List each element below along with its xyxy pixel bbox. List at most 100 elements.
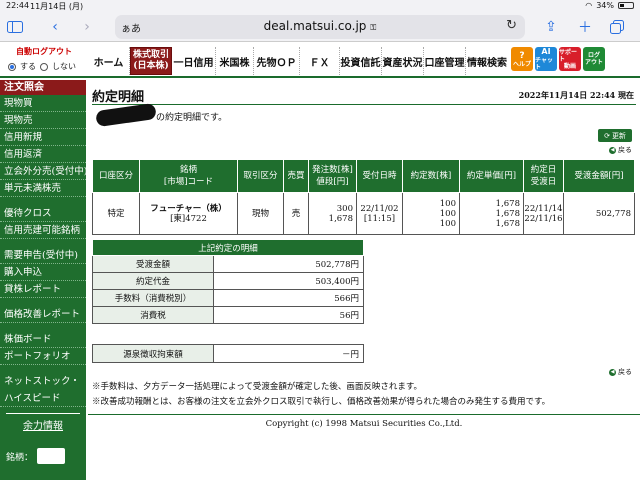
stock-name[interactable]: フューチャー（株） — [150, 204, 226, 214]
cell-amount: 502,778 — [563, 192, 635, 235]
help-button[interactable]: ? ヘルプ — [511, 47, 533, 71]
support-video-button[interactable]: サポート 動画 — [559, 47, 581, 71]
col-header-order-qty: 発注数[株] 値段[円] — [308, 159, 357, 193]
lock-icon: ⚿ — [370, 23, 377, 32]
nav-day-margin[interactable]: 一日信用 — [172, 47, 216, 75]
nav-account-management[interactable]: 口座管理 — [424, 47, 466, 75]
table-row: 消費税 56円 — [92, 306, 364, 324]
cell-exec-price: 1,678 1,678 1,678 — [459, 192, 524, 235]
auto-logout-on-radio[interactable] — [8, 62, 16, 71]
cell-symbol: フューチャー（株） [東]4722 — [139, 192, 238, 235]
logout-label2: アウト — [584, 59, 603, 66]
cell-account: 特定 — [92, 192, 140, 235]
sidebar-item-cash-sell[interactable]: 現物売 — [0, 112, 86, 129]
sidebar-item-odd-lot-sell[interactable]: 単元未満株売 — [0, 180, 86, 197]
back-link-label: 戻る — [618, 368, 632, 376]
sidebar-symbol-label: 銘柄： — [6, 452, 34, 463]
nav-stock-trading[interactable]: 株式取引 (日本株) — [130, 47, 172, 75]
col-header-amount: 受渡金額[円] — [563, 159, 635, 193]
support-video-label1: サポート — [559, 48, 578, 63]
withholding-label: 源泉徴収拘束額 — [92, 344, 214, 363]
nav-fx[interactable]: ＦＸ — [300, 47, 340, 75]
reload-icon[interactable]: ↻ — [506, 18, 517, 33]
withholding-value: －円 — [213, 344, 364, 363]
cell-received: 22/11/02 [11:15] — [356, 192, 403, 235]
page-title: 約定明細 — [92, 90, 145, 105]
ai-chat-label: チャット — [535, 57, 553, 71]
sidebar-item-portfolio[interactable]: ポートフォリオ — [0, 348, 86, 365]
back-arrow-icon: ◀ — [609, 146, 616, 154]
sidebar-item-stock-lending-report[interactable]: 貸株レポート — [0, 281, 86, 298]
battery-percent: 34% — [596, 1, 614, 10]
withholding-table: 源泉徴収拘束額 －円 — [92, 344, 364, 363]
summary-table: 上記約定の明細 受渡金額 502,778円 約定代金 503,400円 手数料（消費… — [92, 239, 364, 324]
col-header-side: 売買 — [283, 159, 309, 193]
cell-trade-type: 現物 — [237, 192, 284, 235]
auto-logout-off-radio[interactable] — [40, 62, 48, 71]
nav-futures-options[interactable]: 先物ＯＰ — [254, 47, 300, 75]
sidebar-item-stock-board[interactable]: 株価ボード — [0, 331, 86, 348]
browser-toolbar: ‹ › ぁあ deal.matsui.co.jp ⚿ ↻ ⇪ ＋ — [0, 12, 640, 42]
back-link-top[interactable]: ◀ 戻る — [609, 145, 632, 155]
url-text: deal.matsui.co.jp — [263, 19, 367, 33]
help-icon: ? — [519, 50, 525, 61]
sidebar-item-netstock-line1[interactable]: ネットストック・ — [0, 373, 86, 390]
cell-side: 売 — [283, 192, 309, 235]
refresh-button[interactable]: ⟳ 更新 — [598, 129, 632, 142]
table-row: 受渡金額 502,778円 — [92, 255, 364, 273]
sidebar-item-short-available[interactable]: 信用売建可能銘柄 — [0, 222, 86, 239]
address-bar[interactable]: ぁあ deal.matsui.co.jp ⚿ ↻ — [115, 15, 525, 39]
status-bar: 22:44 11月14日 (月) ◠ 34% — [0, 0, 640, 12]
sidebar-item-demand-declaration[interactable]: 需要申告(受付中) — [0, 247, 86, 264]
tabs-overview-icon[interactable] — [606, 16, 628, 38]
back-icon[interactable]: ‹ — [44, 16, 66, 38]
logout-label1: ログ — [587, 52, 600, 59]
nav-us-stock[interactable]: 米国株 — [216, 47, 254, 75]
refresh-icon: ⟳ — [604, 131, 610, 140]
cell-exec-qty: 100 100 100 — [402, 192, 460, 235]
summary-title: 上記約定の明細 — [92, 239, 364, 256]
sidebar-item-cash-buy[interactable]: 現物買 — [0, 95, 86, 112]
summary-label: 手数料（消費税別） — [92, 289, 214, 307]
summary-value: 502,778円 — [213, 255, 364, 273]
wifi-icon: ◠ — [585, 1, 593, 10]
col-header-exec-qty: 約定数[株] — [402, 159, 460, 193]
help-label: ヘルプ — [512, 60, 531, 68]
sidebar-item-netstock-line2[interactable]: ハイスピード — [0, 390, 86, 407]
redacted-name — [95, 102, 157, 128]
summary-value: 503,400円 — [213, 272, 364, 290]
sidebar-item-benefit-cross[interactable]: 優待クロス — [0, 205, 86, 222]
sidebar-item-purchase-application[interactable]: 購入申込 — [0, 264, 86, 281]
ai-chat-button[interactable]: AI チャット — [535, 47, 557, 71]
sidebar-toggle-icon[interactable] — [4, 16, 26, 38]
new-tab-icon[interactable]: ＋ — [574, 16, 596, 38]
sidebar-item-margin-new[interactable]: 信用新規 — [0, 129, 86, 146]
sidebar-symbol-input[interactable] — [37, 448, 66, 464]
col-header-received: 受付日時 — [356, 159, 403, 193]
table-header-row: 口座区分 銘柄 [市場]コード 取引区分 売買 発注数[株] 値段[円] 受付日時 … — [92, 159, 635, 193]
col-header-trade-type: 取引区分 — [237, 159, 284, 193]
share-icon[interactable]: ⇪ — [540, 16, 562, 38]
back-link-bottom[interactable]: ◀ 戻る — [609, 367, 632, 377]
note-commission: ※手数料は、夕方データ一括処理によって受渡金額が確定した後、画面反映されます。 — [92, 382, 422, 392]
nav-assets[interactable]: 資産状況 — [382, 47, 424, 75]
sidebar-item-margin-close[interactable]: 信用返済 — [0, 146, 86, 163]
logout-button[interactable]: ログ アウト — [583, 47, 605, 71]
nav-home[interactable]: ホーム — [88, 47, 130, 75]
nav-stock-trading-line1: 株式取引 — [132, 50, 169, 60]
table-row: 約定代金 503,400円 — [92, 272, 364, 290]
nav-investment-trust[interactable]: 投資信託 — [340, 47, 382, 75]
sidebar-item-order-inquiry[interactable]: 注文照会 — [0, 80, 86, 95]
sidebar-margin-info[interactable]: 余力情報 — [6, 413, 80, 432]
sidebar-item-off-floor-sale[interactable]: 立会外分売(受付中) — [0, 163, 86, 180]
summary-label: 消費税 — [92, 306, 214, 324]
forward-icon[interactable]: › — [76, 16, 98, 38]
sidebar-item-price-improvement-report[interactable]: 価格改善レポート — [0, 306, 86, 323]
as-of-datetime: 2022年11月14日 22:44 現在 — [518, 90, 634, 100]
execution-table: 口座区分 銘柄 [市場]コード 取引区分 売買 発注数[株] 値段[円] 受付日時 … — [92, 159, 635, 235]
table-row: 特定 フューチャー（株） [東]4722 現物 売 300 1,678 22/11/… — [92, 192, 635, 235]
copyright: Copyright (c) 1998 Matsui Securities Co.… — [88, 414, 640, 429]
nav-info-search[interactable]: 情報検索 — [466, 47, 508, 75]
nav-stock-trading-line2: (日本株) — [133, 61, 169, 71]
top-navigation: 自動ログアウト する しない ホーム 株式取引 (日本株) 一日信用 米国株 先… — [0, 42, 640, 78]
